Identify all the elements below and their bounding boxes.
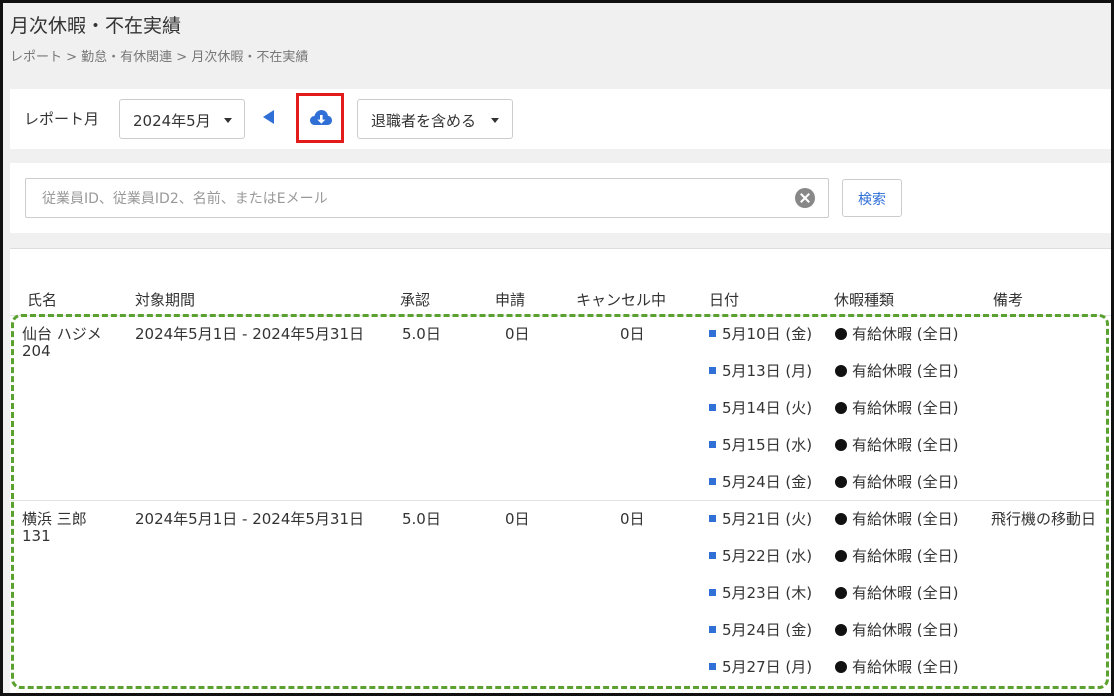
- leave-date: 5月27日 (月): [709, 656, 812, 677]
- report-month-label: レポート月: [24, 110, 100, 128]
- col-header-approved[interactable]: 承認: [400, 289, 430, 310]
- dot-bullet-icon: [835, 587, 847, 599]
- col-header-applied[interactable]: 申請: [495, 289, 525, 310]
- applied-days: 0日: [505, 510, 530, 528]
- chevron-down-icon: [491, 118, 499, 123]
- report-month-value: 2024年5月: [133, 112, 211, 130]
- leave-date: 5月21日 (火): [709, 508, 812, 529]
- square-bullet-icon: [709, 552, 716, 559]
- search-button[interactable]: 検索: [842, 179, 902, 217]
- square-bullet-icon: [709, 515, 716, 522]
- cancelling-days: 0日: [620, 510, 645, 528]
- search-panel: 従業員ID、従業員ID2、名前、またはEメール 検索: [10, 163, 1111, 233]
- square-bullet-icon: [709, 663, 716, 670]
- leave-type: 有給休暇 (全日): [835, 471, 958, 492]
- leave-date: 5月14日 (火): [709, 397, 812, 418]
- dot-bullet-icon: [835, 365, 847, 377]
- include-retired-dropdown[interactable]: 退職者を含める: [357, 99, 513, 139]
- note: 飛行機の移動日: [991, 510, 1097, 528]
- employee-name[interactable]: 仙台 ハジメ: [22, 323, 102, 344]
- square-bullet-icon: [709, 367, 716, 374]
- cloud-download-icon: [310, 110, 332, 125]
- square-bullet-icon: [709, 404, 716, 411]
- prev-arrow-icon[interactable]: [263, 110, 274, 124]
- square-bullet-icon: [709, 478, 716, 485]
- leave-date: 5月15日 (水): [709, 434, 812, 455]
- dot-bullet-icon: [835, 624, 847, 636]
- leave-type: 有給休暇 (全日): [835, 323, 958, 344]
- dot-bullet-icon: [835, 550, 847, 562]
- download-button[interactable]: [296, 93, 344, 143]
- leave-type: 有給休暇 (全日): [835, 508, 958, 529]
- employee-id: 131: [22, 527, 51, 545]
- col-header-leave-type[interactable]: 休暇種類: [834, 289, 894, 310]
- approved-days: 5.0日: [402, 510, 441, 528]
- col-header-name[interactable]: 氏名: [27, 289, 57, 310]
- square-bullet-icon: [709, 330, 716, 337]
- period: 2024年5月1日 - 2024年5月31日: [135, 510, 365, 528]
- square-bullet-icon: [709, 626, 716, 633]
- leave-date: 5月24日 (金): [709, 619, 812, 640]
- search-input[interactable]: 従業員ID、従業員ID2、名前、またはEメール: [25, 178, 829, 218]
- report-toolbar: レポート月 2024年5月 退職者を含める: [10, 89, 1111, 149]
- col-header-note[interactable]: 備考: [993, 289, 1023, 310]
- dot-bullet-icon: [835, 476, 847, 488]
- row-divider: [10, 500, 1111, 501]
- dot-bullet-icon: [835, 439, 847, 451]
- leave-type: 有給休暇 (全日): [835, 434, 958, 455]
- leave-table: 氏名 対象期間 承認 申請 キャンセル中 日付 休暇種類 備考 仙台 ハジメ 2…: [10, 248, 1111, 693]
- chevron-down-icon: [224, 118, 232, 123]
- breadcrumb[interactable]: レポート > 勤怠・有休関連 > 月次休暇・不在実績: [10, 46, 308, 65]
- clear-icon[interactable]: [795, 188, 815, 208]
- applied-days: 0日: [505, 325, 530, 343]
- period: 2024年5月1日 - 2024年5月31日: [135, 325, 365, 343]
- leave-type: 有給休暇 (全日): [835, 582, 958, 603]
- dot-bullet-icon: [835, 661, 847, 673]
- leave-date: 5月22日 (水): [709, 545, 812, 566]
- employee-name[interactable]: 横浜 三郎: [22, 508, 87, 529]
- square-bullet-icon: [709, 589, 716, 596]
- approved-days: 5.0日: [402, 325, 441, 343]
- cancelling-days: 0日: [620, 325, 645, 343]
- leave-type: 有給休暇 (全日): [835, 397, 958, 418]
- leave-type: 有給休暇 (全日): [835, 619, 958, 640]
- page-title: 月次休暇・不在実績: [10, 15, 182, 37]
- col-header-cancelling[interactable]: キャンセル中: [576, 289, 666, 310]
- leave-date: 5月23日 (木): [709, 582, 812, 603]
- page-header: 月次休暇・不在実績 レポート > 勤怠・有休関連 > 月次休暇・不在実績: [3, 3, 1111, 89]
- app-frame: 月次休暇・不在実績 レポート > 勤怠・有休関連 > 月次休暇・不在実績 レポー…: [0, 0, 1114, 696]
- leave-type: 有給休暇 (全日): [835, 545, 958, 566]
- dot-bullet-icon: [835, 328, 847, 340]
- leave-type: 有給休暇 (全日): [835, 656, 958, 677]
- include-retired-label: 退職者を含める: [371, 112, 477, 130]
- leave-date: 5月10日 (金): [709, 323, 812, 344]
- report-month-select[interactable]: 2024年5月: [119, 99, 245, 139]
- dot-bullet-icon: [835, 513, 847, 525]
- square-bullet-icon: [709, 441, 716, 448]
- col-header-date[interactable]: 日付: [709, 289, 739, 310]
- leave-type: 有給休暇 (全日): [835, 360, 958, 381]
- leave-date: 5月24日 (金): [709, 471, 812, 492]
- employee-id: 204: [22, 342, 51, 360]
- header-divider: [10, 315, 1111, 316]
- leave-date: 5月13日 (月): [709, 360, 812, 381]
- dot-bullet-icon: [835, 402, 847, 414]
- col-header-period[interactable]: 対象期間: [135, 289, 195, 310]
